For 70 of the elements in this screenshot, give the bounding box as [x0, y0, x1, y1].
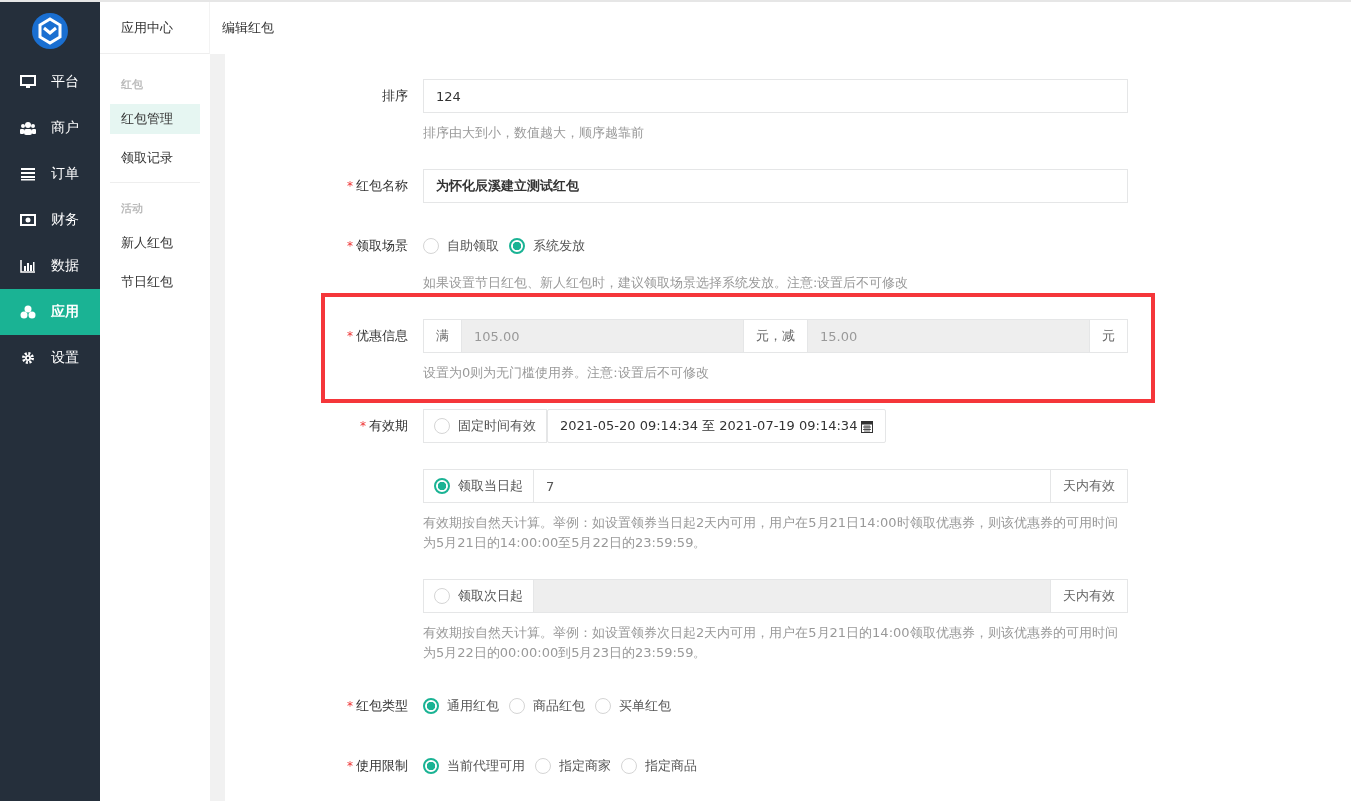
help-text: 有效期按自然天计算。举例：如设置领券当日起2天内可用，用户在5月21日14:00时领取优惠券，则该优惠券的可用时间为5月21日的14:00:00至5月22日的23:59:59。: [423, 514, 1119, 552]
radio-button[interactable]: [434, 478, 450, 494]
input-addon: 元，减: [743, 319, 808, 353]
cubes-icon: [20, 305, 36, 319]
list-icon: [20, 167, 36, 181]
sidebar-item[interactable]: 财务: [0, 197, 100, 243]
sidebar-item[interactable]: 订单: [0, 151, 100, 197]
text-field[interactable]: 为怀化辰溪建立测试红包: [423, 169, 1128, 203]
radio-option[interactable]: 固定时间有效: [423, 409, 547, 443]
field-label: 使用限制: [356, 757, 408, 775]
radio-option[interactable]: 当前代理可用: [423, 757, 525, 775]
input-addon: 满: [423, 319, 462, 353]
chart-icon: [20, 259, 36, 273]
group-heading: 活动: [121, 200, 143, 216]
settings-icon: [20, 351, 36, 365]
text-field[interactable]: 124: [423, 79, 1128, 113]
help-text: 有效期按自然天计算。举例：如设置领券次日起2天内可用，用户在5月21日的14:00领取优惠券，则该优惠券的可用时间为5月22日的00:00:00到5月23日的23:59:59。: [423, 624, 1119, 662]
days-field[interactable]: 7: [534, 469, 1050, 503]
radio-option[interactable]: 系统发放: [509, 237, 585, 255]
radio-button[interactable]: [423, 758, 439, 774]
field-label: 领取场景: [356, 237, 408, 255]
input-addon: 天内有效: [1050, 579, 1128, 613]
required-mark: *: [347, 759, 353, 773]
users-icon: [20, 121, 36, 135]
help-text: 如果设置节日红包、新人红包时，建议领取场景选择系统发放。注意:设置后不可修改: [423, 274, 910, 292]
required-mark: *: [347, 329, 353, 343]
help-text: 排序由大到小，数值越大，顺序越靠前: [423, 124, 645, 142]
radio-option[interactable]: 商品红包: [509, 697, 585, 715]
sidebar-item[interactable]: 设置: [0, 335, 100, 381]
section-title: 应用中心: [121, 18, 173, 37]
calendar-icon: [861, 419, 874, 433]
radio-option[interactable]: 买单红包: [595, 697, 671, 715]
radio-button[interactable]: [423, 238, 439, 254]
subnav-item[interactable]: 领取记录: [110, 143, 200, 173]
radio-option[interactable]: 自助领取: [423, 237, 499, 255]
input-addon: 天内有效: [1050, 469, 1128, 503]
sidebar-item[interactable]: 数据: [0, 243, 100, 289]
input-addon: 元: [1089, 319, 1128, 353]
radio-option[interactable]: 指定商品: [621, 757, 697, 775]
field-label: 排序: [382, 87, 408, 105]
required-mark: *: [347, 699, 353, 713]
radio-button[interactable]: [535, 758, 551, 774]
monitor-icon: [20, 75, 36, 89]
field-label: 红包类型: [356, 697, 408, 715]
field-label: 红包名称: [356, 177, 408, 195]
help-text: 设置为0则为无门槛使用券。注意:设置后不可修改: [423, 364, 710, 382]
required-mark: *: [360, 419, 366, 433]
radio-option[interactable]: 领取当日起: [423, 469, 534, 503]
field-label: 优惠信息: [356, 327, 408, 345]
date-range-field[interactable]: 2021-05-20 09:14:34 至 2021-07-19 09:14:34: [547, 409, 887, 443]
subnav-item[interactable]: 节日红包: [110, 267, 200, 297]
group-heading: 红包: [121, 76, 143, 92]
money-icon: [20, 213, 36, 227]
sidebar-item[interactable]: 平台: [0, 59, 100, 105]
radio-button[interactable]: [434, 418, 450, 434]
radio-button[interactable]: [621, 758, 637, 774]
radio-button[interactable]: [423, 698, 439, 714]
sidebar-item[interactable]: 商户: [0, 105, 100, 151]
radio-button[interactable]: [509, 238, 525, 254]
radio-option[interactable]: 通用红包: [423, 697, 499, 715]
radio-button[interactable]: [595, 698, 611, 714]
subnav-item[interactable]: 新人红包: [110, 228, 200, 258]
field-label: 有效期: [369, 417, 408, 435]
radio-button[interactable]: [509, 698, 525, 714]
logo-icon: [32, 12, 68, 49]
required-mark: *: [347, 179, 353, 193]
subnav-item[interactable]: 红包管理: [110, 104, 200, 134]
page-title: 编辑红包: [222, 19, 274, 37]
required-mark: *: [347, 239, 353, 253]
radio-option[interactable]: 指定商家: [535, 757, 611, 775]
